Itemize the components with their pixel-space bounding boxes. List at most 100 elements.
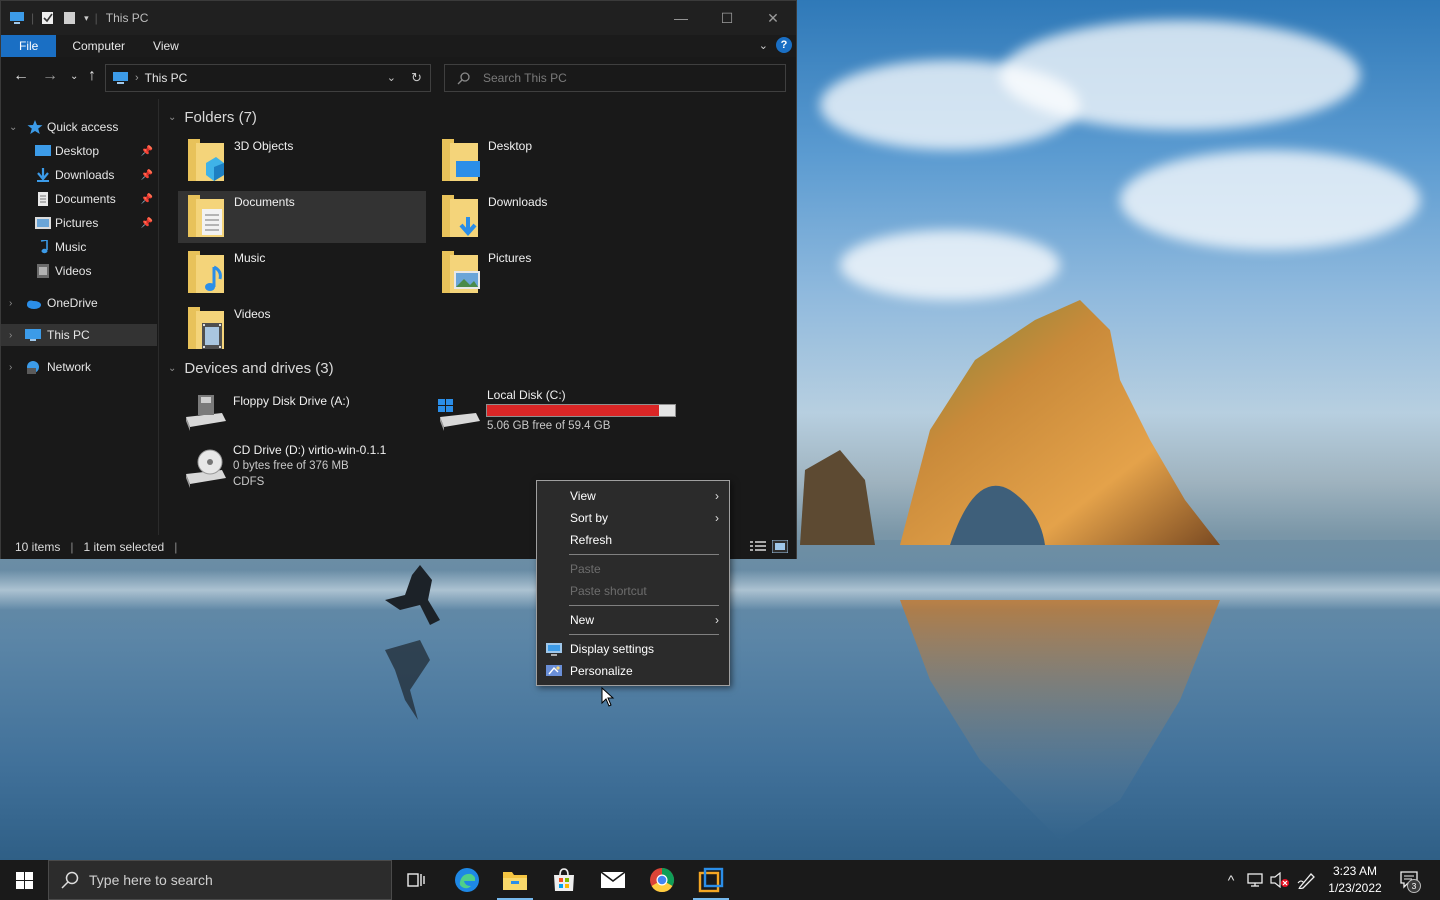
- menu-item-sort-by[interactable]: Sort by ›: [537, 507, 729, 529]
- sidebar-item-pictures[interactable]: Pictures 📌: [1, 212, 157, 234]
- sidebar-label: Downloads: [55, 168, 115, 182]
- folder-tile-documents[interactable]: Documents: [178, 191, 426, 243]
- taskbar-app-virtual-machine[interactable]: [687, 860, 735, 900]
- pin-icon[interactable]: 📌: [141, 194, 153, 205]
- menu-item-view[interactable]: View ›: [537, 485, 729, 507]
- address-dropdown-icon[interactable]: ⌄: [387, 71, 396, 84]
- menu-item-paste-shortcut[interactable]: Paste shortcut: [537, 580, 729, 602]
- folder-label: Desktop: [488, 139, 533, 153]
- back-button[interactable]: ←: [13, 67, 29, 85]
- downloads-icon: [37, 168, 49, 182]
- expand-ribbon-icon[interactable]: ⌄: [759, 39, 768, 52]
- properties-icon[interactable]: [40, 11, 56, 25]
- sidebar-item-this-pc[interactable]: › This PC: [1, 324, 157, 346]
- volume-muted-icon[interactable]: [1268, 860, 1292, 900]
- folder-tile-downloads[interactable]: Downloads: [432, 191, 680, 243]
- pin-icon[interactable]: 📌: [141, 170, 153, 181]
- tab-view[interactable]: View: [139, 35, 193, 57]
- status-divider: |: [174, 540, 178, 554]
- collapsed-chevron-icon[interactable]: ›: [9, 298, 12, 309]
- drive-free-space: 0 bytes free of 376 MB: [233, 460, 349, 472]
- taskbar-app-mail[interactable]: [589, 860, 637, 900]
- taskbar-search-box[interactable]: Type here to search: [48, 860, 392, 900]
- taskbar-app-chrome[interactable]: [638, 860, 686, 900]
- documents-icon: [38, 192, 48, 206]
- close-button[interactable]: ✕: [750, 1, 796, 35]
- sidebar-item-music[interactable]: Music: [1, 236, 157, 258]
- sidebar-label: Desktop: [55, 144, 100, 158]
- help-icon[interactable]: ?: [776, 37, 792, 53]
- mail-icon: [600, 871, 626, 888]
- sidebar-item-downloads[interactable]: Downloads 📌: [1, 164, 157, 186]
- folder-label: Documents: [234, 195, 295, 209]
- sidebar-item-documents[interactable]: Documents 📌: [1, 188, 157, 210]
- new-folder-icon[interactable]: [62, 11, 78, 25]
- tab-file[interactable]: File: [1, 35, 57, 57]
- minimize-button[interactable]: —: [658, 1, 704, 35]
- refresh-icon[interactable]: ↻: [411, 70, 422, 86]
- quick-access-toolbar: | ▾ |: [1, 11, 98, 25]
- menu-label: Paste: [570, 562, 601, 576]
- group-header-folders[interactable]: ⌄ Folders (7): [168, 109, 257, 126]
- collapsed-chevron-icon[interactable]: ›: [9, 362, 12, 373]
- windows-logo-icon: [15, 871, 33, 889]
- content-pane[interactable]: ⌄ Folders (7) 3D Objects Desktop Documen…: [160, 99, 796, 535]
- sidebar-item-desktop[interactable]: Desktop 📌: [1, 140, 157, 162]
- search-input[interactable]: Search This PC: [483, 71, 567, 85]
- collapsed-chevron-icon[interactable]: ›: [9, 330, 12, 341]
- task-view-button[interactable]: [392, 860, 440, 900]
- breadcrumb-this-pc[interactable]: This PC: [145, 71, 188, 85]
- forward-button[interactable]: →: [42, 67, 58, 85]
- network-status-icon[interactable]: [1244, 860, 1268, 900]
- title-bar[interactable]: | ▾ | This PC — ☐ ✕: [1, 1, 796, 35]
- drive-floppy[interactable]: Floppy Disk Drive (A:): [178, 387, 426, 433]
- menu-label: Refresh: [570, 533, 613, 547]
- folder-tile-desktop[interactable]: Desktop: [432, 135, 680, 187]
- taskbar-clock[interactable]: 3:23 AM 1/23/2022: [1320, 863, 1390, 897]
- expanded-chevron-icon[interactable]: ⌄: [168, 363, 176, 374]
- expanded-chevron-icon[interactable]: ⌄: [9, 122, 17, 133]
- details-view-icon[interactable]: [750, 540, 766, 553]
- folder-label: Downloads: [488, 195, 548, 209]
- breadcrumb-chevron-icon[interactable]: ›: [135, 72, 139, 84]
- taskbar-search-input[interactable]: Type here to search: [89, 872, 213, 888]
- menu-item-personalize[interactable]: Personalize: [537, 660, 729, 682]
- recent-locations-icon[interactable]: ⌄: [70, 71, 78, 82]
- maximize-button[interactable]: ☐: [704, 1, 750, 35]
- qat-dropdown-icon[interactable]: ▾: [84, 13, 89, 24]
- drive-filesystem: CDFS: [233, 476, 265, 488]
- sidebar-item-quick-access[interactable]: ⌄ Quick access: [1, 116, 157, 138]
- folder-tile-music[interactable]: Music: [178, 247, 426, 299]
- start-button[interactable]: [0, 860, 48, 900]
- folder-tile-pictures[interactable]: Pictures: [432, 247, 680, 299]
- menu-label: Sort by: [570, 511, 609, 525]
- pen-workspace-icon[interactable]: [1294, 860, 1320, 900]
- file-explorer-window[interactable]: | ▾ | This PC — ☐ ✕ File Computer View ⌄…: [0, 0, 797, 559]
- sidebar-item-videos[interactable]: Videos: [1, 260, 157, 282]
- taskbar-app-edge[interactable]: [443, 860, 491, 900]
- address-bar[interactable]: › This PC ⌄ ↻: [105, 64, 431, 92]
- tab-computer[interactable]: Computer: [56, 35, 139, 57]
- disk-usage-bar: [486, 404, 676, 417]
- sidebar-item-onedrive[interactable]: › OneDrive: [1, 292, 157, 314]
- pen-icon: [1297, 873, 1315, 889]
- taskbar-app-file-explorer[interactable]: [491, 860, 539, 900]
- group-header-devices[interactable]: ⌄ Devices and drives (3): [168, 360, 334, 377]
- search-box[interactable]: Search This PC: [444, 64, 786, 92]
- menu-item-paste[interactable]: Paste: [537, 558, 729, 580]
- sidebar-item-network[interactable]: › Network: [1, 356, 157, 378]
- pin-icon[interactable]: 📌: [141, 218, 153, 229]
- pin-icon[interactable]: 📌: [141, 146, 153, 157]
- large-icons-view-icon[interactable]: [772, 540, 788, 553]
- up-button[interactable]: ↑: [88, 67, 96, 85]
- folder-tile-3d-objects[interactable]: 3D Objects: [178, 135, 426, 187]
- menu-item-refresh[interactable]: Refresh: [537, 529, 729, 551]
- folder-tile-videos[interactable]: Videos: [178, 303, 426, 355]
- menu-item-display-settings[interactable]: Display settings: [537, 638, 729, 660]
- menu-item-new[interactable]: New ›: [537, 609, 729, 631]
- show-hidden-icons-button[interactable]: ^: [1220, 860, 1242, 900]
- drive-local-disk-c[interactable]: Local Disk (C:) 5.06 GB free of 59.4 GB: [432, 387, 680, 435]
- drive-cd-d[interactable]: CD Drive (D:) virtio-win-0.1.1 0 bytes f…: [178, 442, 426, 494]
- taskbar-app-store[interactable]: [540, 860, 588, 900]
- expanded-chevron-icon[interactable]: ⌄: [168, 112, 176, 123]
